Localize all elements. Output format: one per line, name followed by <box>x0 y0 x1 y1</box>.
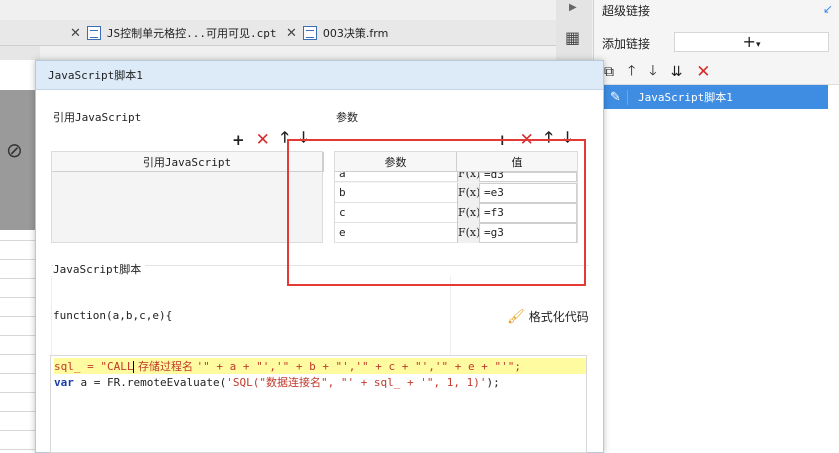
list-item-label: JavaScript脚本1 <box>638 91 733 104</box>
code-text: sql_ = "CALL <box>54 360 134 373</box>
code-string: 'SQL(" <box>226 376 266 389</box>
dialog-title: JavaScript脚本1 <box>36 61 603 90</box>
script-section-label: JavaScript脚本 <box>53 261 146 277</box>
editor-toolbar <box>0 46 40 60</box>
script-editor[interactable]: sql_ = "CALL 存储过程名 '" + a + "','" + b + … <box>50 355 587 453</box>
param-section-label: 参数 <box>336 111 358 124</box>
eye-off-icon: ⊘ <box>6 138 23 162</box>
delete-icon[interactable]: ✕ <box>256 130 270 150</box>
editor-tabbar: ✕ JS控制单元格控...可用可见.cpt ✕ 003决策.frm <box>0 20 556 46</box>
pencil-icon: ✎ <box>604 89 628 105</box>
brush-icon: 🖌 <box>507 308 525 325</box>
close-icon[interactable]: ✕ <box>286 26 297 41</box>
grid-icon[interactable]: ▦ <box>565 28 580 47</box>
code-text: 存储过程名 <box>134 360 197 373</box>
code-line: sql_ = "CALL 存储过程名 '" + a + "','" + b + … <box>54 358 586 374</box>
close-icon[interactable]: ✕ <box>70 26 81 41</box>
move-up-icon[interactable]: 🡑 <box>628 60 635 84</box>
link-toolbar: ⧉ 🡑 🡓 ⇊ ✕ <box>604 60 711 84</box>
format-code-button[interactable]: 🖌 格式化代码 <box>507 308 589 325</box>
add-link-button[interactable]: +▾ <box>674 32 829 52</box>
delete-icon[interactable]: ✕ <box>696 62 710 82</box>
list-item-selected[interactable]: ✎ JavaScript脚本1 <box>604 85 828 109</box>
file-icon <box>86 26 101 40</box>
code-string: ", "' + sql_ + '", 1, 1)' <box>320 376 487 389</box>
format-code-label: 格式化代码 <box>528 310 589 324</box>
add-link-label: 添加链接 <box>602 37 651 51</box>
ref-js-column-header: 引用JavaScript <box>52 152 322 172</box>
panel-title: 超级链接 <box>602 4 651 18</box>
ref-js-section-label: 引用JavaScript <box>53 111 142 124</box>
code-text: ); <box>486 376 500 389</box>
code-line: var a = FR.remoteEvaluate('SQL("数据连接名", … <box>54 374 500 390</box>
chevron-down-icon: ▾ <box>755 40 761 50</box>
sheet-area: ⊘ <box>0 60 38 453</box>
hidden-cell-preview: ⊘ <box>0 90 38 230</box>
tab-label: JS控制单元格控...可用可见.cpt <box>106 27 277 40</box>
function-signature: function(a,b,c,e){ <box>53 309 173 322</box>
collapse-arrow-icon[interactable]: ▶ <box>569 2 577 13</box>
code-text: a = FR.remoteEvaluate( <box>73 376 227 389</box>
code-keyword: var <box>54 376 74 389</box>
ref-js-table: 引用JavaScript <box>51 151 324 243</box>
add-link-plus: + <box>742 32 756 51</box>
highlight-box <box>287 139 586 286</box>
add-icon[interactable]: + <box>232 131 245 149</box>
tab-cpt[interactable]: ✕ JS控制单元格控...可用可见.cpt <box>62 20 285 46</box>
code-string: 数据连接名 <box>265 376 321 389</box>
tab-frm[interactable]: ✕ 003决策.frm <box>278 20 396 46</box>
move-down-icon[interactable]: 🡓 <box>649 60 656 84</box>
move-bottom-icon[interactable]: ⇊ <box>671 64 683 80</box>
file-icon <box>302 26 317 40</box>
tab-label: 003决策.frm <box>322 27 389 40</box>
panel-collapse-strip[interactable]: ▶ ▦ <box>556 0 592 60</box>
code-text: '" + a + "','" + b + "','" + c + "','" +… <box>196 360 521 373</box>
hyperlink-panel: 超级链接 ↙ 添加链接 +▾ ⧉ 🡑 🡓 ⇊ ✕ ✎ JavaScript脚本1 <box>593 0 839 453</box>
copy-icon[interactable]: ⧉ <box>604 64 614 80</box>
expand-icon[interactable]: ↙ <box>823 2 833 16</box>
sheet-grid <box>0 240 38 453</box>
link-list: ✎ JavaScript脚本1 <box>604 84 839 453</box>
